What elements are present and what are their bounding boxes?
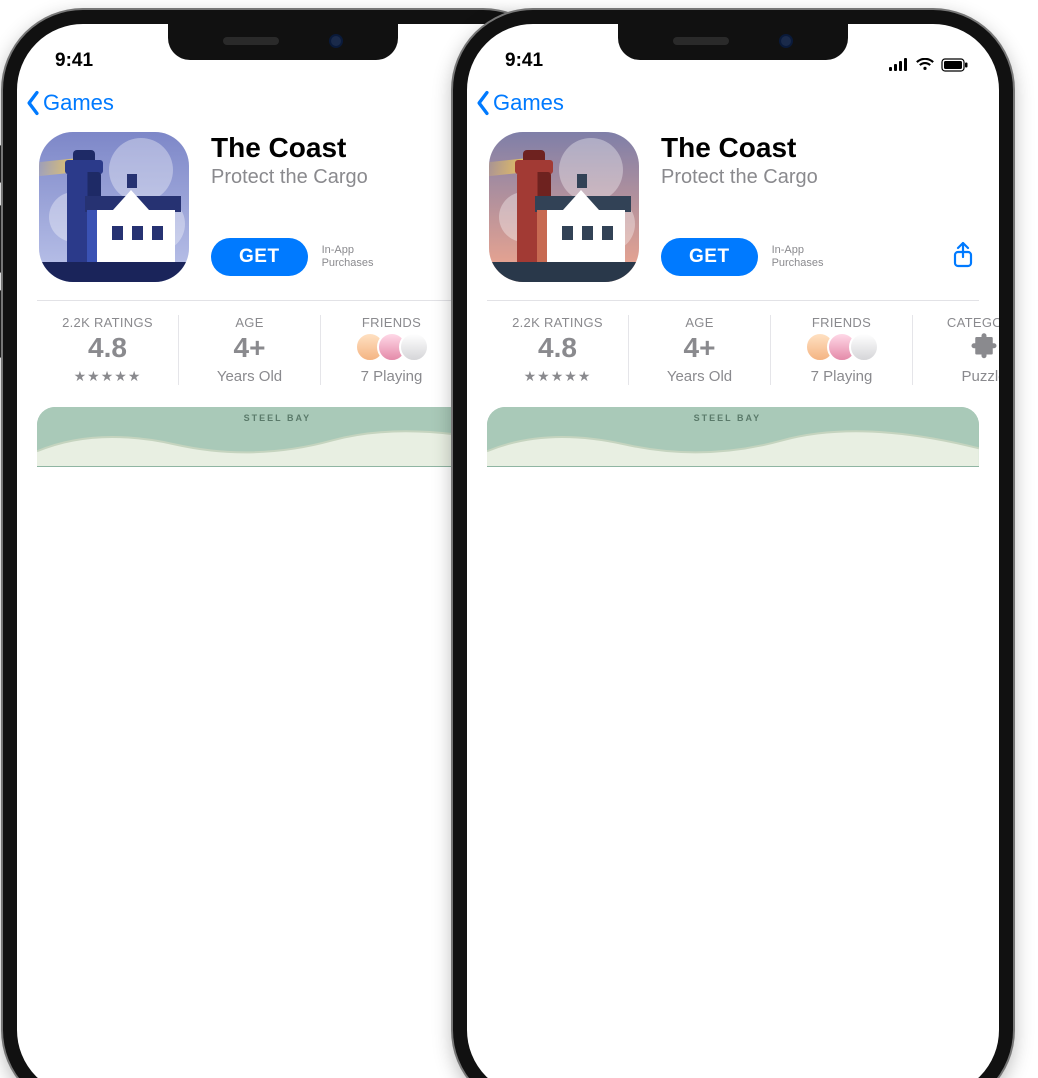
nav-bar: Games — [467, 76, 999, 128]
in-app-purchases-label: In-App Purchases — [322, 244, 374, 270]
meta-value: 4+ — [684, 334, 716, 362]
status-time: 9:41 — [505, 50, 543, 72]
meta-friends[interactable]: FRIENDS 7 Playing — [771, 315, 913, 385]
iap-line-2: Purchases — [772, 257, 824, 270]
iap-line-1: In-App — [322, 244, 374, 257]
meta-heading: AGE — [685, 315, 713, 330]
meta-row[interactable]: 2.2K RATINGS 4.8 ★★★★★ AGE 4+ Years Old … — [467, 301, 999, 399]
avatar — [399, 332, 429, 362]
chevron-left-icon — [473, 90, 493, 116]
meta-age[interactable]: AGE 4+ Years Old — [179, 315, 321, 385]
meta-age[interactable]: AGE 4+ Years Old — [629, 315, 771, 385]
meta-friends[interactable]: FRIENDS 7 Playing — [321, 315, 463, 385]
meta-heading: 2.2K RATINGS — [512, 315, 603, 330]
meta-footer: Puzzle — [961, 368, 999, 385]
status-bar: 9:41 — [467, 24, 999, 76]
phone-side-button — [0, 205, 2, 273]
meta-value: 4.8 — [538, 334, 577, 362]
app-title: The Coast — [661, 132, 979, 164]
screenshot-preview[interactable]: STEEL BAY — [487, 407, 979, 467]
app-icon[interactable] — [489, 132, 639, 282]
app-header: The Coast Protect the Cargo GET In-App P… — [467, 128, 999, 282]
meta-value: 4+ — [234, 334, 266, 362]
meta-footer: 7 Playing — [811, 368, 873, 385]
back-button[interactable]: Games — [473, 90, 564, 116]
chevron-left-icon — [23, 90, 43, 116]
meta-ratings[interactable]: 2.2K RATINGS 4.8 ★★★★★ — [37, 315, 179, 385]
avatar — [849, 332, 879, 362]
puzzle-icon — [969, 332, 999, 362]
meta-footer: 7 Playing — [361, 368, 423, 385]
meta-category[interactable]: CATEGORY Puzzle — [913, 315, 999, 385]
meta-footer: Years Old — [667, 368, 732, 385]
battery-icon — [941, 58, 969, 72]
status-time: 9:41 — [55, 50, 93, 72]
app-subtitle: Protect the Cargo — [661, 166, 979, 189]
iap-line-2: Purchases — [322, 257, 374, 270]
meta-ratings[interactable]: 2.2K RATINGS 4.8 ★★★★★ — [487, 315, 629, 385]
meta-heading: CATEGORY — [947, 315, 999, 330]
back-button[interactable]: Games — [23, 90, 114, 116]
get-button[interactable]: GET — [211, 238, 308, 276]
meta-heading: FRIENDS — [812, 315, 871, 330]
share-button[interactable] — [951, 241, 979, 274]
friends-avatars — [805, 332, 879, 362]
in-app-purchases-label: In-App Purchases — [772, 244, 824, 270]
phone-side-button — [0, 290, 2, 358]
friends-avatars — [355, 332, 429, 362]
back-label: Games — [493, 90, 564, 116]
cellular-icon — [889, 58, 909, 72]
app-icon[interactable] — [39, 132, 189, 282]
back-label: Games — [43, 90, 114, 116]
iap-line-1: In-App — [772, 244, 824, 257]
meta-value: 4.8 — [88, 334, 127, 362]
stars-icon: ★★★★★ — [74, 368, 142, 385]
get-button[interactable]: GET — [661, 238, 758, 276]
meta-footer: Years Old — [217, 368, 282, 385]
map-label: STEEL BAY — [694, 413, 762, 423]
map-label: STEEL BAY — [244, 413, 312, 423]
meta-heading: FRIENDS — [362, 315, 421, 330]
phone-mockup-right: 9:41 Games — [453, 10, 1013, 1078]
share-icon — [951, 241, 975, 269]
meta-heading: AGE — [235, 315, 263, 330]
phone-side-button — [0, 145, 2, 183]
meta-heading: 2.2K RATINGS — [62, 315, 153, 330]
stars-icon: ★★★★★ — [524, 368, 592, 385]
wifi-icon — [915, 58, 935, 72]
